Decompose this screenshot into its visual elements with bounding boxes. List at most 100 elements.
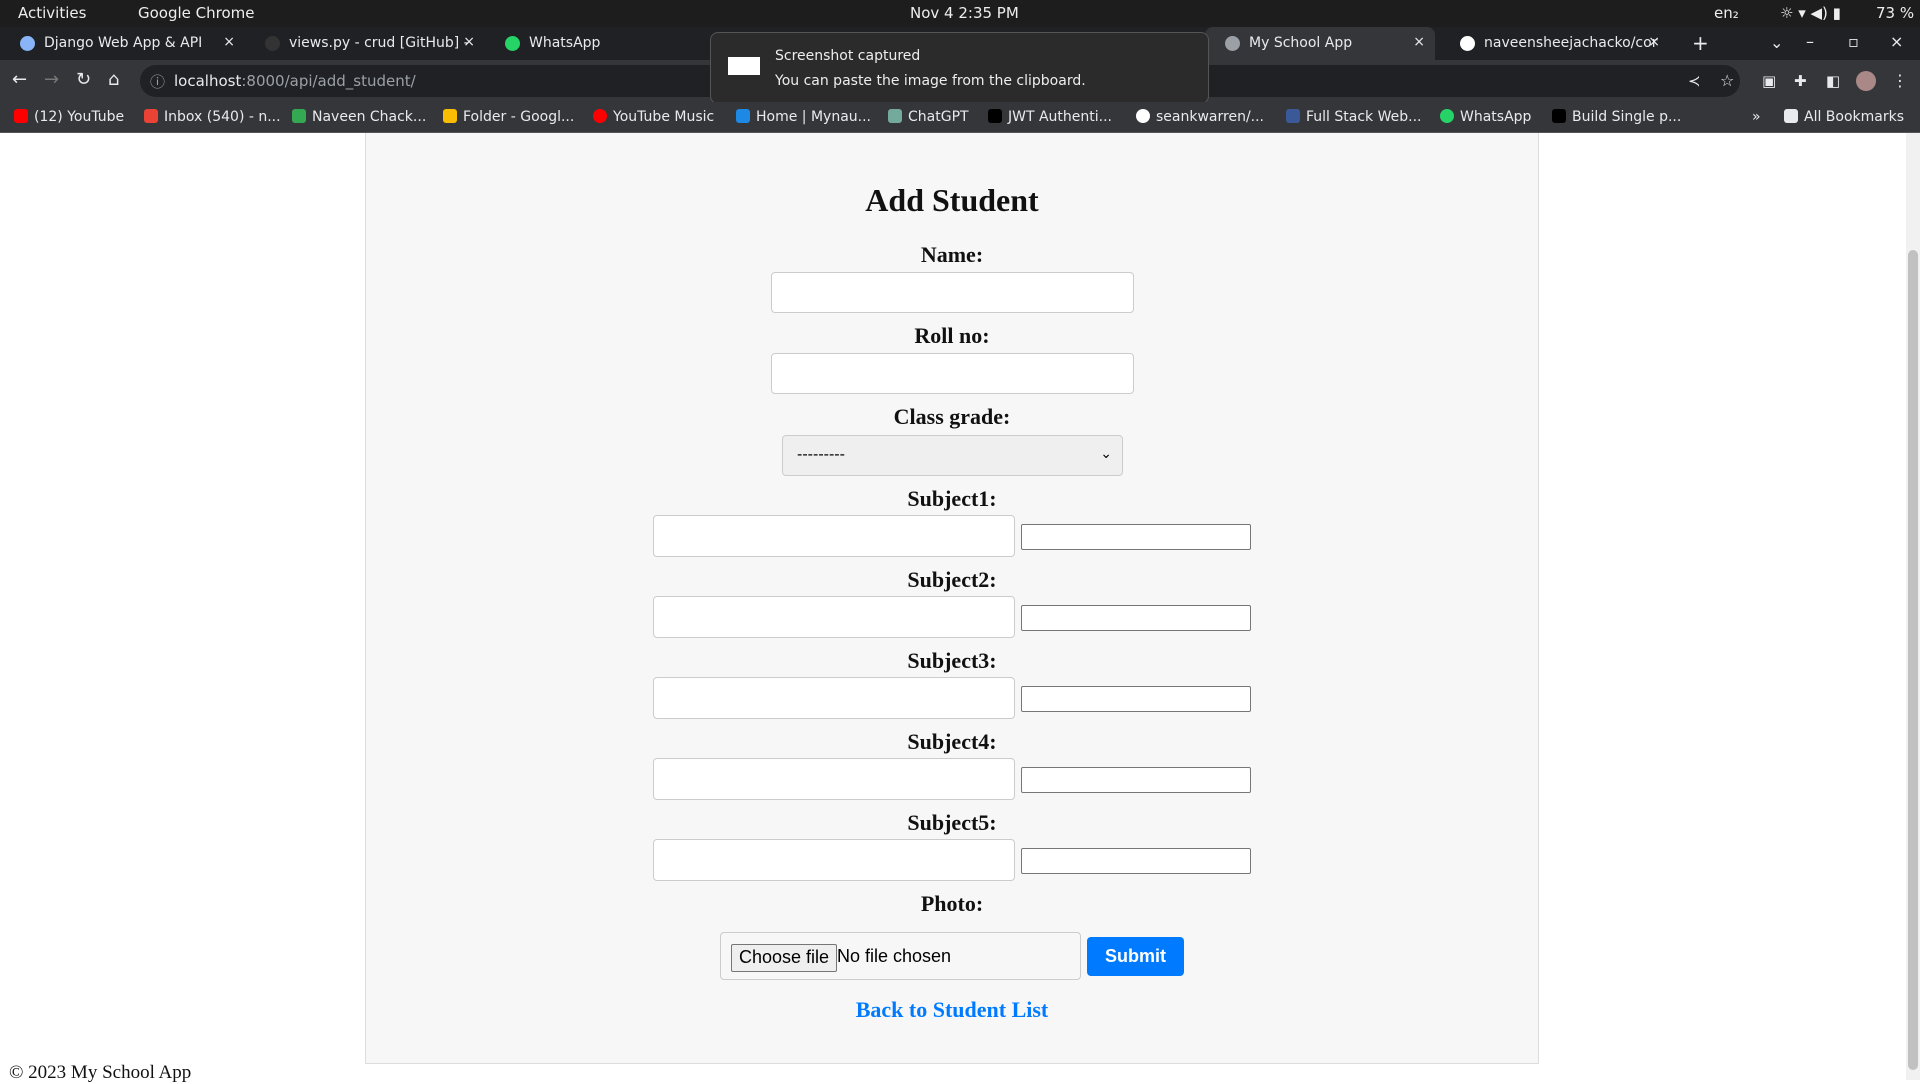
tab-favicon-icon bbox=[20, 36, 35, 51]
class-grade-select[interactable]: --------- ⌄ bbox=[782, 435, 1123, 476]
chevron-down-icon: ⌄ bbox=[1100, 445, 1112, 461]
restore-button[interactable]: ▫ bbox=[1848, 32, 1859, 51]
notification-title: Screenshot captured bbox=[775, 48, 921, 64]
bookmark-youtube[interactable]: (12) YouTube bbox=[14, 109, 124, 125]
minimize-button[interactable]: – bbox=[1806, 32, 1814, 51]
globe-icon bbox=[1225, 36, 1240, 51]
back-to-student-list-link[interactable]: Back to Student List bbox=[365, 997, 1539, 1023]
choose-file-button[interactable]: Choose file bbox=[731, 944, 838, 972]
photo-label: Photo: bbox=[920, 891, 984, 916]
all-bookmarks[interactable]: All Bookmarks bbox=[1784, 109, 1904, 125]
tab-my-school-app[interactable]: My School App × bbox=[1205, 27, 1435, 60]
url-host: localhost bbox=[174, 72, 242, 90]
tab-search-icon[interactable]: ⌄ bbox=[1770, 33, 1783, 52]
tab-label: naveensheejachacko/cor bbox=[1484, 35, 1658, 51]
os-top-bar: Activities Google Chrome Nov 4 2:35 PM e… bbox=[0, 0, 1920, 27]
youtube-music-icon bbox=[593, 109, 607, 123]
close-tab-icon[interactable]: × bbox=[1413, 34, 1425, 50]
notification-body: You can paste the image from the clipboa… bbox=[775, 73, 1086, 89]
subject5-mark-input[interactable] bbox=[1021, 848, 1251, 874]
coursera-icon bbox=[1286, 109, 1300, 123]
site-info-icon[interactable]: ⓘ bbox=[150, 71, 165, 92]
github-icon bbox=[1460, 36, 1475, 51]
activities-button[interactable]: Activities bbox=[18, 4, 86, 22]
subject3-label: Subject3: bbox=[907, 648, 997, 673]
forward-icon[interactable]: → bbox=[44, 69, 59, 90]
url-path: :8000/api/add_student/ bbox=[241, 72, 416, 90]
medium-icon bbox=[1552, 109, 1566, 123]
subject1-label: Subject1: bbox=[907, 486, 997, 511]
bookmarks-bar: (12) YouTube Inbox (540) - n... Naveen C… bbox=[0, 102, 1920, 133]
close-tab-icon[interactable]: × bbox=[223, 34, 235, 50]
subject1-name-input[interactable] bbox=[653, 515, 1015, 557]
bookmark-youtube-music[interactable]: YouTube Music bbox=[593, 109, 714, 125]
back-icon[interactable]: ← bbox=[12, 69, 27, 90]
subject1-mark-input[interactable] bbox=[1021, 524, 1251, 550]
home-icon[interactable]: ⌂ bbox=[108, 69, 119, 90]
sheets-icon bbox=[292, 109, 306, 123]
page-title: Add Student bbox=[865, 182, 1039, 218]
share-icon[interactable]: ≺ bbox=[1688, 72, 1701, 90]
tab-github-views[interactable]: views.py - crud [GitHub] - × bbox=[245, 27, 485, 60]
roll-no-input[interactable] bbox=[771, 353, 1134, 394]
subject5-label: Subject5: bbox=[907, 810, 997, 835]
more-bookmarks-icon[interactable]: » bbox=[1752, 109, 1761, 125]
tab-github-repo[interactable]: naveensheejachacko/cor × bbox=[1440, 27, 1670, 60]
subject2-label: Subject2: bbox=[907, 567, 997, 592]
name-input[interactable] bbox=[771, 272, 1134, 313]
close-tab-icon[interactable]: × bbox=[463, 34, 475, 50]
github-icon bbox=[265, 36, 280, 51]
tab-label: Django Web App & API bbox=[44, 35, 203, 51]
menu-icon[interactable]: ⋮ bbox=[1892, 71, 1908, 90]
subject2-mark-input[interactable] bbox=[1021, 605, 1251, 631]
scrollbar-thumb[interactable] bbox=[1908, 250, 1918, 1070]
subject2-name-input[interactable] bbox=[653, 596, 1015, 638]
tab-label: My School App bbox=[1249, 35, 1353, 51]
screenshot-notification[interactable]: Screenshot captured You can paste the im… bbox=[710, 32, 1209, 104]
subject3-name-input[interactable] bbox=[653, 677, 1015, 719]
system-tray-icons[interactable]: ☼ ▾ ◀) ▮ bbox=[1780, 4, 1841, 22]
gmail-icon bbox=[144, 109, 158, 123]
photo-file-input[interactable]: Choose file No file chosen bbox=[720, 932, 1081, 980]
submit-button[interactable]: Submit bbox=[1087, 937, 1184, 976]
bookmark-star-icon[interactable]: ☆ bbox=[1720, 71, 1734, 90]
subject3-mark-input[interactable] bbox=[1021, 686, 1251, 712]
bookmark-fullstack[interactable]: Full Stack Web... bbox=[1286, 109, 1421, 125]
profile-avatar[interactable] bbox=[1856, 71, 1876, 91]
bookmark-drive-folder[interactable]: Folder - Googl... bbox=[443, 109, 574, 125]
close-tab-icon[interactable]: × bbox=[1648, 34, 1660, 50]
selected-option: --------- bbox=[797, 446, 845, 463]
chatgpt-icon bbox=[888, 109, 902, 123]
close-window-button[interactable]: × bbox=[1890, 32, 1903, 51]
bookmark-seankwarren[interactable]: seankwarren/... bbox=[1136, 109, 1264, 125]
bookmark-naveen[interactable]: Naveen Chack... bbox=[292, 109, 426, 125]
subject4-name-input[interactable] bbox=[653, 758, 1015, 800]
language-indicator[interactable]: en₂ bbox=[1714, 4, 1739, 22]
mynau-icon bbox=[736, 109, 750, 123]
tab-django[interactable]: Django Web App & API × bbox=[0, 27, 245, 60]
cast-icon[interactable]: ▣ bbox=[1762, 72, 1776, 90]
bookmark-gmail[interactable]: Inbox (540) - n... bbox=[144, 109, 281, 125]
whatsapp-icon bbox=[505, 36, 520, 51]
drive-icon bbox=[443, 109, 457, 123]
tab-label: WhatsApp bbox=[529, 35, 601, 51]
extensions-icon[interactable]: ✚ bbox=[1794, 72, 1807, 90]
folder-icon bbox=[1784, 109, 1798, 123]
reload-icon[interactable]: ↻ bbox=[76, 69, 91, 90]
subject4-label: Subject4: bbox=[907, 729, 997, 754]
bookmark-mynau[interactable]: Home | Mynau... bbox=[736, 109, 871, 125]
tab-whatsapp[interactable]: WhatsApp bbox=[485, 27, 715, 60]
new-tab-button[interactable]: + bbox=[1692, 31, 1709, 55]
clock[interactable]: Nov 4 2:35 PM bbox=[910, 4, 1019, 22]
bookmark-build-single[interactable]: Build Single p... bbox=[1552, 109, 1681, 125]
bookmark-whatsapp[interactable]: WhatsApp bbox=[1440, 109, 1531, 125]
bookmark-jwt[interactable]: JWT Authenti... bbox=[988, 109, 1112, 125]
class-grade-label: Class grade: bbox=[893, 404, 1011, 429]
side-panel-icon[interactable]: ◧ bbox=[1826, 72, 1840, 90]
subject4-mark-input[interactable] bbox=[1021, 767, 1251, 793]
bookmark-chatgpt[interactable]: ChatGPT bbox=[888, 109, 969, 125]
footer-copyright: © 2023 My School App bbox=[9, 1062, 192, 1083]
subject5-name-input[interactable] bbox=[653, 839, 1015, 881]
app-name: Google Chrome bbox=[138, 4, 255, 22]
roll-no-label: Roll no: bbox=[914, 323, 990, 348]
